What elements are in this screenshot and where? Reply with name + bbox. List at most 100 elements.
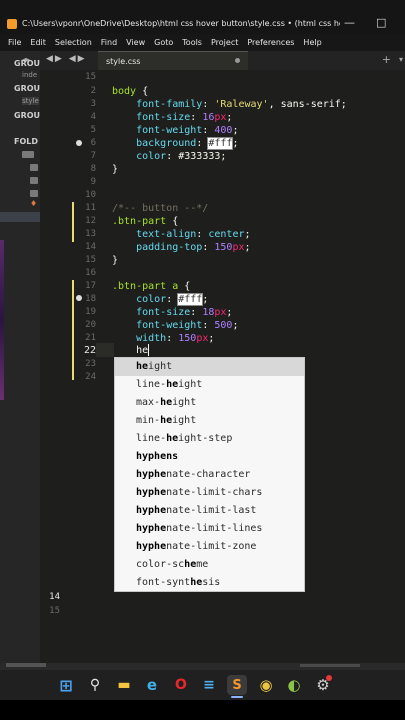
code-line[interactable]: font-size: 18px; (112, 307, 232, 318)
code-line[interactable]: width: 150px; (112, 333, 214, 344)
item-text: nate-limit-lines (166, 523, 263, 534)
folder-icon[interactable] (30, 177, 38, 184)
sidebar: ◂▸ GROU inde GROU style GROU FOLD ♦ (0, 51, 40, 663)
colon: : (202, 99, 215, 110)
code-line-current[interactable]: he (112, 345, 148, 356)
item-match: he (160, 397, 173, 408)
autocomplete-item[interactable]: hyphenate-character (115, 466, 304, 484)
menu-goto[interactable]: Goto (154, 38, 173, 47)
unit: px (214, 307, 227, 318)
item-match: he (184, 559, 197, 570)
autocomplete-item[interactable]: hyphenate-limit-zone (115, 538, 304, 556)
number-value: 18 (202, 307, 215, 318)
line-number: 14 (85, 242, 96, 252)
property-text-align: text-align (136, 229, 197, 240)
menu-find[interactable]: Find (101, 38, 117, 47)
tab-nav-arrows-icon[interactable]: ◀▶ ◀▶ (46, 54, 87, 64)
autocomplete-item[interactable]: hyphenate-limit-last (115, 502, 304, 520)
menu-tools[interactable]: Tools (182, 38, 202, 47)
line-number: 5 (90, 125, 96, 135)
css-file-icon[interactable]: ♦ (30, 199, 37, 208)
code-line[interactable]: padding-top: 150px; (112, 242, 250, 253)
color-swatch-value: #fff (207, 137, 234, 150)
menu-project[interactable]: Project (211, 38, 238, 47)
sidebar-file-style[interactable]: style (22, 97, 39, 105)
search-icon[interactable]: ⚲ (85, 675, 105, 695)
code-line[interactable]: .btn-part a { (112, 281, 190, 292)
new-tab-plus-icon[interactable]: + (382, 53, 391, 66)
item-match: hyphe (136, 487, 167, 498)
autocomplete-item[interactable]: line-height-step (115, 430, 304, 448)
autocomplete-popup[interactable]: height line-height max-height min-height… (114, 357, 305, 592)
line-number: 2 (90, 86, 96, 96)
color-value: #333333 (178, 151, 221, 162)
line-number: 6 (90, 138, 96, 148)
item-match: hyphe (136, 469, 167, 480)
item-text: ight (178, 379, 203, 390)
code-line[interactable]: font-size: 16px; (112, 112, 232, 123)
autocomplete-item[interactable]: hyphenate-limit-chars (115, 484, 304, 502)
code-line[interactable]: font-family: 'Raleway', sans-serif; (112, 99, 347, 110)
item-text: line- (136, 379, 167, 390)
line-number: 15 (85, 72, 96, 82)
line-number: 12 (85, 216, 96, 226)
property-font-family: font-family (136, 99, 203, 110)
code-line[interactable]: font-weight: 400; (112, 125, 238, 136)
item-text: ight (172, 415, 197, 426)
string-value: 'Raleway' (214, 99, 269, 110)
status-bar (0, 663, 405, 670)
autocomplete-item[interactable]: color-scheme (115, 556, 304, 574)
sidebar-folders-title: FOLD (14, 137, 39, 146)
menu-help[interactable]: Help (303, 38, 321, 47)
tab-style-css[interactable]: style.css (98, 51, 248, 71)
autocomplete-item[interactable]: font-synthesis (115, 574, 304, 592)
chrome-browser-icon[interactable]: ◉ (256, 675, 276, 695)
sublime-text-icon[interactable]: S (227, 675, 247, 695)
autocomplete-item[interactable]: line-height (115, 376, 304, 394)
folder-icon[interactable] (30, 190, 38, 197)
unsaved-dot-icon[interactable] (235, 58, 240, 63)
windows-start-icon[interactable]: ⊞ (56, 675, 76, 695)
autocomplete-item[interactable]: hyphenate-limit-lines (115, 520, 304, 538)
code-line[interactable]: .btn-part { (112, 216, 178, 227)
folder-icon[interactable] (30, 164, 38, 171)
opera-browser-icon[interactable]: O (171, 675, 191, 695)
code-line[interactable]: body { (112, 86, 148, 97)
sidebar-file-index[interactable]: inde (22, 71, 37, 79)
code-line[interactable]: color: #333333; (112, 151, 226, 162)
colon: : (196, 229, 209, 240)
file-explorer-icon[interactable]: ▬ (114, 675, 134, 695)
tab-overflow-icon[interactable]: ▾ (399, 55, 403, 64)
code-line[interactable]: } (112, 164, 118, 175)
code-line[interactable]: text-align: center; (112, 229, 250, 240)
item-match: hyphe (136, 541, 167, 552)
autocomplete-item[interactable]: hyphens (115, 448, 304, 466)
menu-preferences[interactable]: Preferences (247, 38, 294, 47)
colon: : (190, 307, 203, 318)
menu-edit[interactable]: Edit (30, 38, 46, 47)
menu-file[interactable]: File (8, 38, 21, 47)
notepad-icon[interactable]: ≡ (199, 675, 219, 695)
sidebar-selected-file[interactable] (0, 212, 40, 222)
autocomplete-item[interactable]: max-height (115, 394, 304, 412)
code-line[interactable]: color: #fff; (112, 293, 208, 306)
item-text: nate-limit-chars (166, 487, 263, 498)
app-icon[interactable]: ◐ (284, 675, 304, 695)
line-number: 4 (90, 112, 96, 122)
number-value: 150 (214, 242, 233, 253)
code-line[interactable]: background: #fff; (112, 137, 238, 150)
line-number: 13 (85, 229, 96, 239)
line-number: 23 (85, 359, 96, 369)
code-comment[interactable]: /*-- button --*/ (112, 203, 208, 214)
autocomplete-item[interactable]: min-height (115, 412, 304, 430)
folder-icon[interactable] (22, 151, 34, 158)
autocomplete-item-selected[interactable]: height (115, 358, 304, 376)
maximize-button[interactable]: □ (376, 16, 386, 29)
code-line[interactable]: font-weight: 500; (112, 320, 238, 331)
title-bar: C:\Users\vponr\OneDrive\Desktop\html css… (0, 0, 405, 34)
code-line[interactable]: } (112, 255, 118, 266)
edge-browser-icon[interactable]: e (142, 675, 162, 695)
menu-selection[interactable]: Selection (55, 38, 92, 47)
menu-view[interactable]: View (126, 38, 145, 47)
minimize-button[interactable]: — (344, 16, 355, 29)
